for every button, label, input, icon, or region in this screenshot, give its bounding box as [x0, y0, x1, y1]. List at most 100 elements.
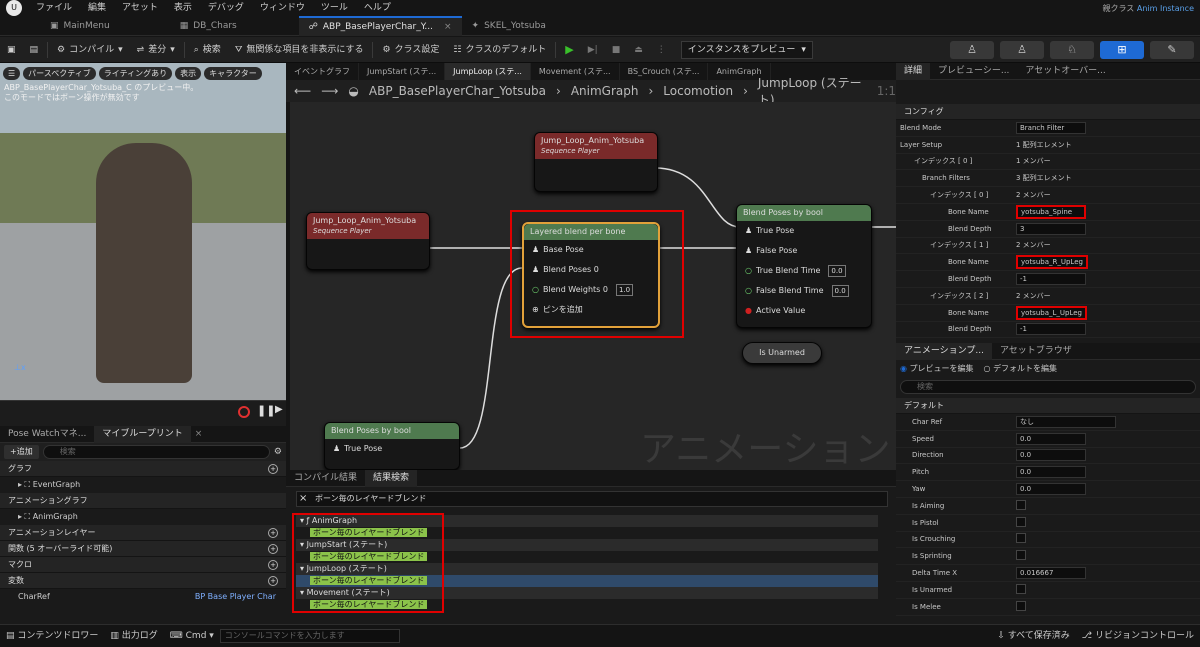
- breadcrumb-item[interactable]: AnimGraph: [571, 84, 639, 98]
- is-aiming-checkbox[interactable]: [1016, 499, 1026, 510]
- menu-tools[interactable]: ツール: [313, 0, 356, 16]
- mode-skeleton-button[interactable]: ♙: [950, 40, 994, 59]
- tab-jumpstart[interactable]: JumpStart (ステ...: [359, 63, 446, 80]
- tab-abp-base-player[interactable]: ☍ ABP_BasePlayerChar_Y... ×: [298, 15, 462, 37]
- pitch-input[interactable]: 0.0: [1016, 466, 1086, 479]
- preview-instance-dropdown[interactable]: インスタンスをプレビュー ▾: [680, 40, 813, 59]
- edit-preview-radio[interactable]: ◉ プレビューを編集: [900, 363, 974, 374]
- tab-details[interactable]: 詳細: [896, 62, 931, 80]
- tab-pose-watch[interactable]: Pose Watchマネ...: [0, 426, 94, 443]
- true-blend-time-input[interactable]: 0.0: [828, 265, 846, 277]
- tab-db-chars[interactable]: ▦ DB_Chars: [170, 16, 247, 36]
- add-icon[interactable]: +: [268, 528, 278, 538]
- output-log-button[interactable]: ▥ 出力ログ: [104, 625, 163, 647]
- close-icon[interactable]: ×: [444, 17, 452, 37]
- search-input[interactable]: 検索: [42, 445, 270, 459]
- tab-bs-crouch[interactable]: BS_Crouch (ステ...: [620, 63, 709, 80]
- breadcrumb-item[interactable]: Locomotion: [663, 84, 733, 98]
- add-icon[interactable]: +: [268, 576, 278, 586]
- mode-physics-button[interactable]: ✎: [1150, 40, 1194, 59]
- breadcrumb-item[interactable]: ABP_BasePlayerChar_Yotsuba: [369, 84, 546, 98]
- anim-graph-canvas[interactable]: アニメーション Jump_Loop_Anim_Yotsuba Sequence P…: [290, 102, 896, 470]
- class-defaults-button[interactable]: ☷ クラスのデフォルト: [446, 37, 553, 63]
- pin-false-blend-time[interactable]: ○ False Blend Time 0.0: [737, 281, 871, 301]
- tab-main-menu[interactable]: ▣ MainMenu: [40, 16, 120, 36]
- blend-poses-by-bool-node-2[interactable]: Blend Poses by bool ♟ True Pose: [324, 422, 460, 470]
- sequence-player-node[interactable]: Jump_Loop_Anim_Yotsuba Sequence Player: [306, 212, 430, 270]
- is-crouching-checkbox[interactable]: [1016, 533, 1026, 544]
- is-melee-checkbox[interactable]: [1016, 600, 1026, 611]
- back-arrow-icon[interactable]: ⟵: [294, 84, 311, 98]
- section-anim-layers[interactable]: アニメーションレイヤー +: [0, 525, 286, 541]
- pin-true-pose[interactable]: ♟ True Pose: [737, 221, 871, 241]
- mode-animation-button[interactable]: ♘: [1050, 40, 1094, 59]
- section-functions[interactable]: 関数 (5 オーバーライド可能) +: [0, 541, 286, 557]
- menu-view[interactable]: 表示: [166, 0, 200, 16]
- viewport-menu-button[interactable]: ☰: [3, 66, 21, 80]
- close-icon[interactable]: ×: [191, 429, 203, 439]
- tab-skel-yotsuba[interactable]: ✦ SKEL_Yotsuba: [462, 16, 556, 36]
- tab-movement[interactable]: Movement (ステ...: [531, 63, 620, 80]
- unreal-logo-icon[interactable]: U: [6, 0, 22, 16]
- compile-button[interactable]: ⚙ コンパイル ▾: [50, 37, 130, 63]
- bone-name-input[interactable]: yotsuba_Spine: [1016, 204, 1086, 219]
- blend-depth-input[interactable]: -1: [1016, 273, 1086, 286]
- class-settings-button[interactable]: ⚙ クラス設定: [375, 37, 446, 63]
- is-sprinting-checkbox[interactable]: [1016, 550, 1026, 561]
- delta-time-x-input[interactable]: 0.016667: [1016, 567, 1086, 580]
- mode-blueprint-button[interactable]: ⊞: [1100, 40, 1144, 59]
- direction-input[interactable]: 0.0: [1016, 449, 1086, 462]
- show-button[interactable]: 表示: [175, 66, 202, 80]
- blend-depth-input[interactable]: -1: [1016, 323, 1086, 336]
- tab-preview-scene[interactable]: プレビューシー...: [930, 63, 1017, 80]
- mode-mesh-button[interactable]: ♙: [1000, 40, 1044, 59]
- char-ref-dropdown[interactable]: なし: [1016, 415, 1116, 428]
- forward-arrow-icon[interactable]: ⟶: [321, 84, 338, 98]
- preview-viewport[interactable]: ☰ パースペクティブ ライティングあり 表示 キャラクター ABP_BasePl…: [0, 63, 286, 400]
- yaw-input[interactable]: 0.0: [1016, 483, 1086, 496]
- tab-asset-browser[interactable]: アセットブラウザ: [992, 343, 1080, 360]
- parent-class-link[interactable]: Anim Instance: [1137, 4, 1194, 13]
- save-all-button[interactable]: ⇩ すべて保存済み: [991, 625, 1075, 647]
- tab-jumploop[interactable]: JumpLoop (ステ...: [445, 63, 531, 80]
- save-button[interactable]: ▣: [0, 37, 23, 63]
- pause-icon[interactable]: ❚❚: [257, 404, 275, 417]
- sequence-player-node-top[interactable]: Jump_Loop_Anim_Yotsuba Sequence Player: [534, 132, 658, 192]
- section-macros[interactable]: マクロ +: [0, 557, 286, 573]
- add-icon[interactable]: +: [268, 544, 278, 554]
- blend-mode-dropdown[interactable]: Branch Filter: [1016, 121, 1086, 134]
- blend-depth-input[interactable]: 3: [1016, 222, 1086, 235]
- pin-false-pose[interactable]: ♟ False Pose: [737, 241, 871, 261]
- eject-button[interactable]: ⏏: [627, 37, 650, 63]
- edit-defaults-radio[interactable]: ○ デフォルトを編集: [984, 363, 1058, 374]
- section-variables[interactable]: 変数 +: [0, 573, 286, 589]
- menu-file[interactable]: ファイル: [28, 0, 80, 16]
- tab-my-blueprint[interactable]: マイブループリント: [94, 425, 191, 443]
- record-icon[interactable]: [238, 406, 250, 418]
- menu-window[interactable]: ウィンドウ: [252, 0, 313, 16]
- clear-icon[interactable]: ×: [299, 491, 307, 507]
- add-button[interactable]: +追加: [4, 445, 39, 459]
- anim-pane-search-input[interactable]: 検索: [900, 380, 1196, 394]
- diff-button[interactable]: ⇌ 差分 ▾: [130, 37, 182, 63]
- step-button[interactable]: ▶|: [581, 37, 605, 63]
- character-button[interactable]: キャラクター: [204, 66, 262, 80]
- options-button[interactable]: ⋮: [650, 37, 673, 63]
- pin-active-value[interactable]: ● Active Value: [737, 301, 871, 321]
- find-button[interactable]: ⌕ 検索: [187, 37, 228, 63]
- pin-true-pose[interactable]: ♟ True Pose: [325, 439, 459, 459]
- content-drawer-button[interactable]: ▤ コンテンツドロワー: [0, 625, 104, 647]
- is-unarmed-checkbox[interactable]: [1016, 583, 1026, 594]
- menu-edit[interactable]: 編集: [80, 0, 114, 16]
- hide-unrelated-button[interactable]: ⛛ 無関係な項目を非表示にする: [228, 37, 371, 63]
- is-pistol-checkbox[interactable]: [1016, 516, 1026, 527]
- false-blend-time-input[interactable]: 0.0: [831, 285, 849, 297]
- menu-asset[interactable]: アセット: [114, 0, 166, 16]
- play-button[interactable]: ▶: [558, 37, 580, 63]
- section-graphs[interactable]: グラフ +: [0, 461, 286, 477]
- lighting-button[interactable]: ライティングあり: [98, 66, 173, 80]
- speed-input[interactable]: 0.0: [1016, 432, 1086, 445]
- variable-type[interactable]: BP Base Player Char: [195, 589, 276, 605]
- details-section-config[interactable]: コンフィグ: [896, 104, 1200, 120]
- tab-asset-override[interactable]: アセットオーバー...: [1017, 63, 1113, 80]
